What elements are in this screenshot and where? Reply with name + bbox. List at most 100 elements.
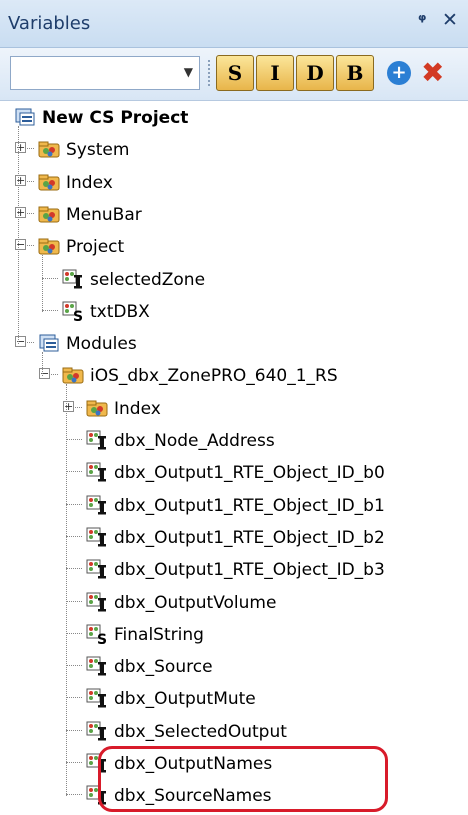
int-var-icon bbox=[86, 558, 108, 580]
tree-connector bbox=[42, 309, 58, 311]
tree-node[interactable]: dbx_Output1_RTE_Object_ID_b1 bbox=[0, 490, 468, 520]
project-icon bbox=[14, 106, 36, 128]
remove-variable-icon[interactable]: ✖ bbox=[421, 56, 444, 89]
filter-s-button[interactable]: S bbox=[216, 55, 254, 91]
expand-icon[interactable]: + bbox=[15, 142, 26, 154]
tree-node[interactable]: S FinalString bbox=[0, 619, 468, 649]
tree-node-label: selectedZone bbox=[90, 269, 206, 290]
expand-icon[interactable]: + bbox=[15, 174, 26, 186]
tree-node-label: txtDBX bbox=[90, 301, 150, 322]
tree-node-label: dbx_OutputMute bbox=[114, 689, 256, 710]
tree-node-label: FinalString bbox=[114, 624, 204, 645]
tree-node[interactable]: dbx_OutputVolume bbox=[0, 587, 468, 617]
tree-node-label: dbx_OutputVolume bbox=[114, 592, 277, 613]
int-var-icon bbox=[86, 429, 108, 451]
string-var-icon: S bbox=[62, 300, 84, 325]
svg-text:S: S bbox=[97, 632, 107, 645]
tree-node[interactable]: dbx_Output1_RTE_Object_ID_b2 bbox=[0, 522, 468, 552]
tree-connector bbox=[66, 503, 82, 505]
int-var-icon bbox=[86, 591, 108, 613]
tree-node-label: dbx_Output1_RTE_Object_ID_b0 bbox=[114, 463, 385, 484]
tree-node[interactable]: + Index bbox=[0, 167, 468, 197]
tree-node[interactable]: selectedZone bbox=[0, 264, 468, 294]
tree-node[interactable]: + MenuBar bbox=[0, 199, 468, 229]
int-var-icon bbox=[86, 720, 108, 742]
collapse-icon[interactable]: − bbox=[15, 239, 26, 251]
annotation-highlight bbox=[98, 746, 388, 812]
module-icon bbox=[38, 171, 60, 193]
filter-combo[interactable]: ▼ bbox=[10, 56, 200, 90]
tree-connector bbox=[66, 471, 82, 473]
tree-node-label: dbx_Node_Address bbox=[114, 431, 275, 451]
collapse-icon[interactable]: − bbox=[39, 368, 50, 380]
tree-connector bbox=[66, 568, 82, 570]
tree-connector bbox=[66, 665, 82, 667]
svg-text:S: S bbox=[73, 309, 83, 322]
tree-node-label: MenuBar bbox=[66, 204, 142, 225]
tree-node[interactable]: New CS Project bbox=[0, 102, 468, 132]
project-icon bbox=[38, 332, 60, 354]
variables-tree: New CS Project + System + Index + MenuBar − Proj… bbox=[0, 100, 468, 815]
tree-guide-line bbox=[66, 384, 67, 797]
tree-connector bbox=[66, 697, 82, 699]
variables-toolbar: ▼ S I D B + ✖ bbox=[0, 48, 468, 101]
tree-node-label: Index bbox=[66, 172, 113, 193]
toolbar-grip bbox=[208, 60, 212, 86]
tree-node-label: dbx_Output1_RTE_Object_ID_b3 bbox=[114, 560, 385, 581]
add-variable-icon[interactable]: + bbox=[387, 61, 411, 85]
tree-node-label: dbx_Source bbox=[114, 657, 213, 678]
tree-node[interactable]: dbx_OutputMute bbox=[0, 683, 468, 713]
int-var-icon bbox=[62, 268, 84, 290]
tree-connector bbox=[66, 794, 82, 796]
expand-icon[interactable]: + bbox=[15, 206, 26, 218]
tree-node-label: dbx_Output1_RTE_Object_ID_b1 bbox=[114, 495, 385, 516]
tree-connector bbox=[66, 632, 82, 634]
tree-connector bbox=[42, 277, 58, 279]
tree-node-label: New CS Project bbox=[42, 108, 189, 128]
int-var-icon bbox=[86, 687, 108, 709]
filter-d-button[interactable]: D bbox=[296, 55, 334, 91]
tree-guide-line bbox=[18, 126, 19, 345]
filter-b-button[interactable]: B bbox=[336, 55, 374, 91]
int-var-icon bbox=[86, 655, 108, 677]
tree-node[interactable]: + System bbox=[0, 134, 468, 164]
tree-node[interactable]: − iOS_dbx_ZonePRO_640_1_RS bbox=[0, 360, 468, 390]
panel-title: Variables bbox=[8, 13, 91, 34]
tree-node-label: iOS_dbx_ZonePRO_640_1_RS bbox=[90, 366, 338, 387]
tree-node[interactable]: dbx_Source bbox=[0, 651, 468, 681]
tree-node[interactable]: dbx_Output1_RTE_Object_ID_b0 bbox=[0, 457, 468, 487]
module-icon bbox=[38, 138, 60, 160]
tree-connector bbox=[66, 762, 82, 763]
panel-titlebar: Variables ᵠ ✕ bbox=[0, 0, 468, 48]
tree-connector bbox=[66, 600, 82, 602]
tree-node[interactable]: dbx_Output1_RTE_Object_ID_b3 bbox=[0, 554, 468, 584]
tree-node[interactable]: − Modules bbox=[0, 328, 468, 358]
tree-node-label: dbx_Output1_RTE_Object_ID_b2 bbox=[114, 527, 385, 548]
close-icon[interactable]: ✕ bbox=[442, 9, 458, 31]
tree-node-label: Project bbox=[66, 237, 125, 258]
tree-node[interactable]: dbx_Node_Address bbox=[0, 425, 468, 455]
int-var-icon bbox=[86, 494, 108, 516]
collapse-icon[interactable]: − bbox=[15, 336, 26, 348]
tree-connector bbox=[66, 439, 82, 440]
filter-i-button[interactable]: I bbox=[256, 55, 294, 91]
pin-icon[interactable]: ᵠ bbox=[418, 11, 426, 31]
int-var-icon bbox=[86, 461, 108, 483]
tree-connector bbox=[66, 729, 82, 731]
module-icon bbox=[86, 397, 108, 419]
module-icon bbox=[62, 364, 84, 386]
tree-node-label: dbx_SelectedOutput bbox=[114, 721, 287, 742]
tree-node-label: System bbox=[66, 140, 130, 161]
chevron-down-icon[interactable]: ▼ bbox=[184, 65, 193, 79]
tree-node[interactable]: StxtDBX bbox=[0, 296, 468, 326]
expand-icon[interactable]: + bbox=[63, 400, 74, 412]
tree-node[interactable]: − Project bbox=[0, 231, 468, 261]
tree-guide-line bbox=[42, 352, 43, 377]
module-icon bbox=[38, 235, 60, 257]
tree-node-label: Index bbox=[114, 398, 161, 419]
tree-node[interactable]: + Index bbox=[0, 393, 468, 423]
string-var-icon: S bbox=[86, 623, 108, 648]
tree-node[interactable]: dbx_SelectedOutput bbox=[0, 716, 468, 746]
int-var-icon bbox=[86, 526, 108, 548]
tree-connector bbox=[66, 535, 82, 537]
